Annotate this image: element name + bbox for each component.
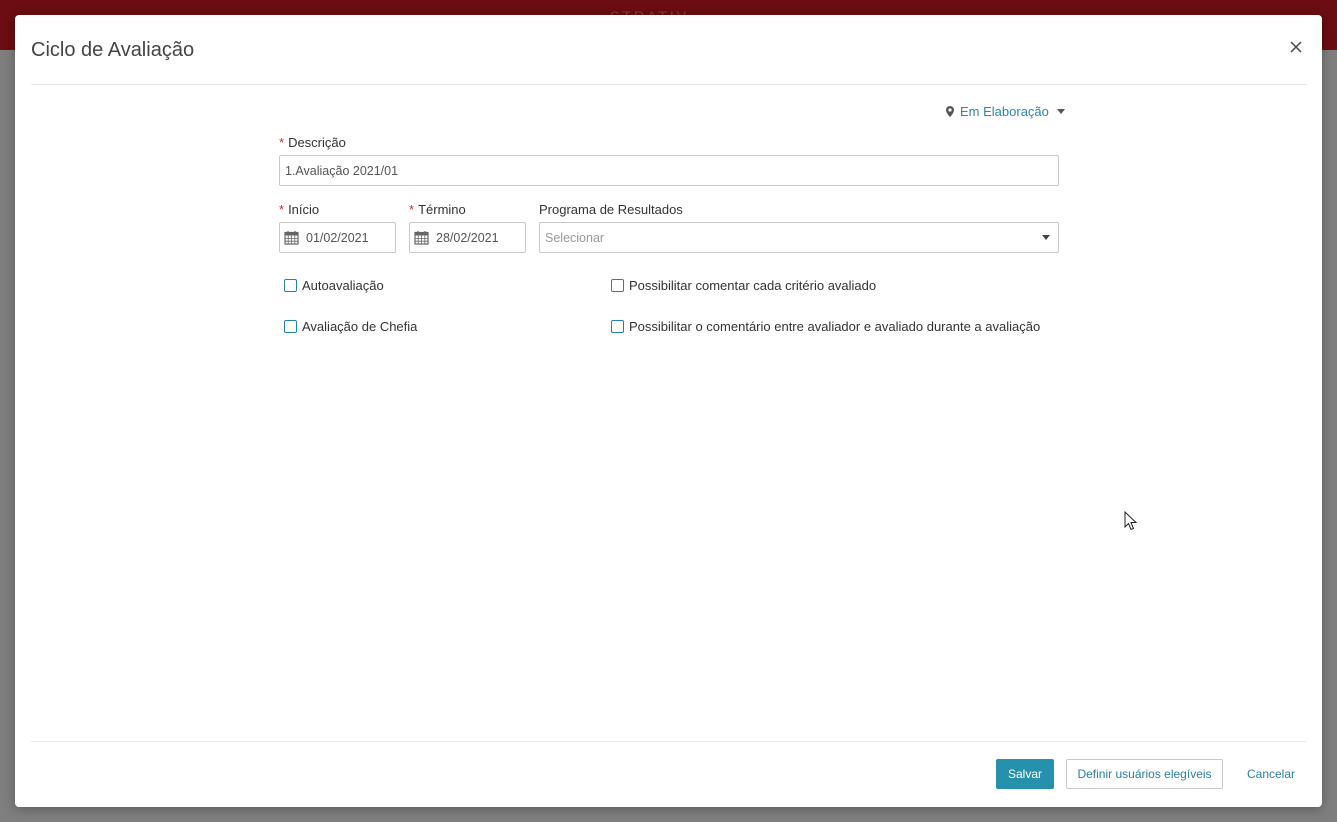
define-eligible-users-button[interactable]: Definir usuários elegíveis [1066,759,1223,789]
close-icon[interactable] [1286,37,1306,57]
termino-value: 28/02/2021 [436,230,499,245]
descricao-input[interactable]: 1.Avaliação 2021/01 [279,155,1059,186]
inicio-label-text: Início [288,202,320,217]
save-button[interactable]: Salvar [996,759,1054,789]
programa-placeholder: Selecionar [545,230,605,245]
chevron-down-icon [1042,235,1050,240]
avaliacao-chefia-checkbox[interactable] [284,320,297,333]
autoavaliacao-checkbox[interactable] [284,279,297,292]
inicio-label: * Início [279,202,319,217]
autoavaliacao-checkbox-row[interactable]: Autoavaliação [284,278,384,293]
descricao-label-text: Descrição [288,135,346,150]
comentar-criterio-checkbox[interactable] [611,279,624,292]
modal-footer-divider [31,741,1306,742]
comentario-avaliador-checkbox[interactable] [611,320,624,333]
avaliacao-chefia-label: Avaliação de Chefia [302,319,418,334]
mouse-cursor-icon [1124,511,1138,531]
comentar-criterio-checkbox-row[interactable]: Possibilitar comentar cada critério aval… [611,278,876,293]
modal-title: Ciclo de Avaliação [31,39,195,61]
avaliacao-chefia-checkbox-row[interactable]: Avaliação de Chefia [284,319,417,334]
chevron-down-icon [1056,109,1065,114]
required-mark: * [279,202,285,217]
inicio-value: 01/02/2021 [306,230,369,245]
descricao-value: 1.Avaliação 2021/01 [285,163,399,178]
cycle-modal: Ciclo de Avaliação Em Elaboração * Descri… [15,15,1322,807]
cancel-button[interactable]: Cancelar [1237,759,1305,789]
map-marker-icon [946,106,954,117]
calendar-icon [414,231,429,245]
status-dropdown[interactable]: Em Elaboração [946,104,1065,119]
programa-label: Programa de Resultados [539,202,683,217]
termino-label: * Término [409,202,466,217]
comentario-avaliador-checkbox-row[interactable]: Possibilitar o comentário entre avaliado… [611,319,1040,334]
status-label: Em Elaboração [960,104,1049,119]
calendar-icon [284,231,299,245]
required-mark: * [409,202,415,217]
programa-select[interactable]: Selecionar [539,222,1059,253]
termino-label-text: Término [418,202,466,217]
modal-header: Ciclo de Avaliação [31,15,1306,85]
comentario-avaliador-label: Possibilitar o comentário entre avaliado… [629,319,1041,334]
inicio-date-input[interactable]: 01/02/2021 [279,222,396,253]
descricao-label: * Descrição [279,135,346,150]
required-mark: * [279,135,285,150]
autoavaliacao-label: Autoavaliação [302,278,384,293]
termino-date-input[interactable]: 28/02/2021 [409,222,526,253]
comentar-criterio-label: Possibilitar comentar cada critério aval… [629,278,877,293]
